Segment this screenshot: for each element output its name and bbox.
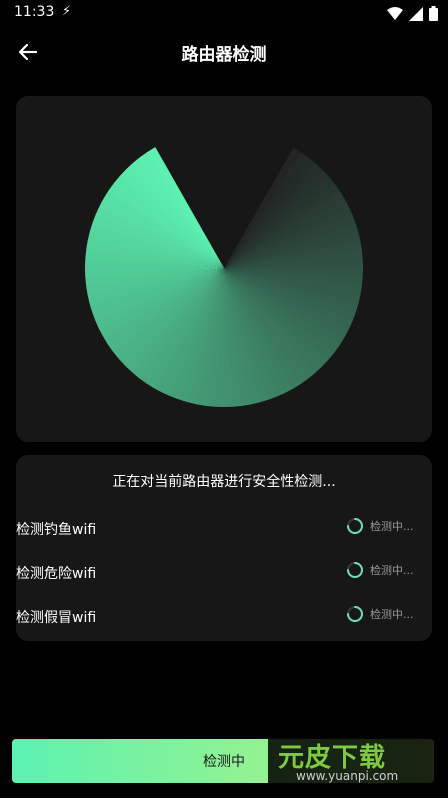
watermark-url: www.yuanpi.com [296, 769, 399, 783]
loading-spinner-icon [347, 518, 363, 534]
page-title: 路由器检测 [181, 45, 267, 65]
radar-scanner [85, 129, 363, 407]
check-status: 检测中... [346, 517, 414, 535]
check-label: 检测钓鱼wifi [16, 522, 97, 538]
signal-icon [409, 6, 423, 21]
radar-card [16, 96, 432, 442]
status-time: 11:33 [14, 4, 55, 20]
loading-spinner-icon [347, 606, 363, 622]
status-bar: 11:33 ⚡ [0, 0, 448, 26]
check-row-dangerous: 检测危险wifi 检测中... [16, 557, 432, 587]
status-text: 检测中... [370, 564, 414, 577]
check-status: 检测中... [346, 561, 414, 579]
header: 路由器检测 [0, 30, 448, 74]
watermark: 元皮下载 www.yuanpi.com [268, 735, 446, 787]
flash-icon: ⚡ [62, 4, 72, 19]
status-text: 检测中... [370, 520, 414, 533]
status-text: 检测中... [370, 608, 414, 621]
check-row-fake: 检测假冒wifi 检测中... [16, 601, 432, 631]
wifi-icon [387, 6, 403, 20]
check-card: 正在对当前路由器进行安全性检测... 检测钓鱼wifi 检测中... 检测危险w… [16, 455, 432, 641]
check-row-phishing: 检测钓鱼wifi 检测中... [16, 513, 432, 543]
check-status: 检测中... [346, 605, 414, 623]
battery-icon [429, 6, 438, 21]
check-label: 检测危险wifi [16, 566, 97, 582]
loading-spinner-icon [347, 562, 363, 578]
status-icons [387, 6, 438, 21]
check-label: 检测假冒wifi [16, 610, 97, 626]
check-title: 正在对当前路由器进行安全性检测... [112, 474, 336, 490]
radar-sweep [85, 129, 363, 407]
